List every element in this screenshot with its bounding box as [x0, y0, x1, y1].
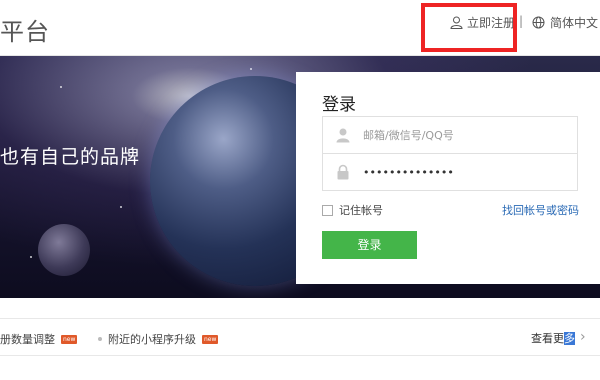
login-button[interactable]: 登录	[322, 231, 417, 259]
language-switch[interactable]: 简体中文	[532, 14, 598, 31]
forgot-account-link[interactable]: 找回帐号或密码	[502, 202, 579, 218]
star	[250, 68, 252, 70]
username-field[interactable]	[322, 116, 578, 154]
password-field[interactable]	[322, 153, 578, 191]
notice-label: 册数量调整	[0, 333, 55, 346]
login-title: 登录	[322, 95, 356, 115]
username-input[interactable]	[363, 118, 573, 152]
banner-slogan: 也有自己的品牌	[0, 146, 141, 168]
star	[30, 256, 32, 258]
globe-icon	[532, 16, 545, 29]
language-label: 简体中文	[550, 16, 599, 30]
remember-label: 记住帐号	[339, 204, 383, 217]
notice-item[interactable]: 附近的小程序升级 new	[98, 331, 219, 347]
view-more-link[interactable]: 查看更多	[531, 330, 575, 346]
notice-label: 附近的小程序升级	[108, 333, 196, 346]
view-more-selected: 多	[564, 332, 575, 345]
star	[120, 206, 122, 208]
password-input[interactable]	[363, 155, 573, 189]
user-icon	[336, 128, 350, 143]
planet-small-image	[38, 224, 90, 276]
remember-checkbox[interactable]	[322, 204, 333, 216]
top-header: 平台 立即注册 | 简体中文	[0, 0, 600, 56]
new-badge: new	[202, 334, 219, 344]
remember-account[interactable]: 记住帐号	[322, 202, 383, 218]
notice-bar: 册数量调整 new 附近的小程序升级 new 查看更多 ›	[0, 318, 600, 356]
lock-icon	[337, 164, 349, 180]
chevron-right-icon[interactable]: ›	[580, 329, 586, 345]
site-brand: 平台	[0, 18, 50, 46]
login-panel: 登录 记住帐号 找回帐号或密码 登录	[296, 72, 600, 284]
new-badge: new	[61, 334, 78, 344]
annotation-highlight-box	[421, 3, 517, 52]
header-separator: |	[519, 14, 524, 28]
notice-item[interactable]: 册数量调整 new	[0, 331, 78, 347]
view-more-prefix: 查看更	[531, 332, 564, 345]
star	[60, 86, 62, 88]
bullet-dot-icon	[98, 337, 102, 341]
